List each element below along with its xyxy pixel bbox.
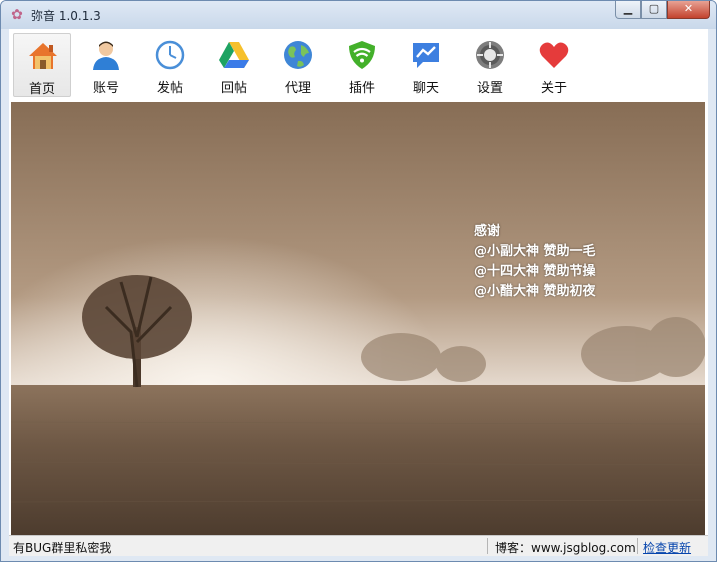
main-toolbar: 首页 账号 发帖 回帖 代理 插件 聊天 设置 关于 xyxy=(9,29,708,101)
blog-url-text: 博客：www.jsgblog.com xyxy=(495,541,636,555)
globe-icon xyxy=(284,41,312,69)
clock-icon xyxy=(155,40,185,70)
close-button[interactable]: ✕ xyxy=(667,1,710,19)
chat-bubble-icon xyxy=(413,43,439,68)
toolbar-label: 账号 xyxy=(92,81,119,96)
heart-icon xyxy=(539,42,569,68)
gear-icon xyxy=(476,41,504,69)
status-divider xyxy=(487,538,488,554)
toolbar-item-proxy[interactable]: 代理 xyxy=(269,33,327,97)
toolbar-label: 首页 xyxy=(28,82,55,97)
thanks-line: @小醋大神 赞助初夜 xyxy=(474,284,596,299)
toolbar-item-home[interactable]: 首页 xyxy=(13,33,71,97)
title-bar[interactable]: ✿ 弥音 1.0.1.3 ▁ ▢ ✕ xyxy=(1,1,716,29)
toolbar-label: 回帖 xyxy=(220,81,247,96)
drive-triangle-icon xyxy=(219,42,249,68)
status-bar: 有BUG群里私密我 博客：www.jsgblog.com 检查更新 xyxy=(9,535,708,556)
thanks-line: @十四大神 赞助节操 xyxy=(474,264,596,279)
toolbar-item-plugins[interactable]: 插件 xyxy=(333,33,391,97)
window-controls: ▁ ▢ ✕ xyxy=(615,1,710,19)
toolbar-item-settings[interactable]: 设置 xyxy=(461,33,519,97)
status-divider xyxy=(637,538,638,554)
toolbar-item-chat[interactable]: 聊天 xyxy=(397,33,455,97)
user-icon xyxy=(93,41,119,70)
thanks-line: @小副大神 赞助一毛 xyxy=(474,244,596,259)
toolbar-label: 发帖 xyxy=(156,81,183,96)
toolbar-item-reply[interactable]: 回帖 xyxy=(205,33,263,97)
flower-icon: ✿ xyxy=(11,7,23,23)
foggy-field-background xyxy=(11,102,705,535)
toolbar-label: 聊天 xyxy=(412,81,439,96)
toolbar-label: 设置 xyxy=(476,81,503,96)
toolbar-label: 插件 xyxy=(348,81,375,96)
toolbar-item-about[interactable]: 关于 xyxy=(525,33,583,97)
status-message: 有BUG群里私密我 xyxy=(13,541,112,555)
home-icon xyxy=(29,43,57,69)
thanks-message: 感谢 @小副大神 赞助一毛 @十四大神 赞助节操 @小醋大神 赞助初夜 xyxy=(474,222,596,302)
toolbar-label: 关于 xyxy=(540,81,567,96)
check-update-link[interactable]: 检查更新 xyxy=(643,539,691,556)
toolbar-item-account[interactable]: 账号 xyxy=(77,33,135,97)
app-window: ✿ 弥音 1.0.1.3 ▁ ▢ ✕ 首页 账号 发帖 回帖 代理 插件 聊天 … xyxy=(0,0,717,562)
home-content-panel: 感谢 @小副大神 赞助一毛 @十四大神 赞助节操 @小醋大神 赞助初夜 xyxy=(11,102,705,535)
maximize-button[interactable]: ▢ xyxy=(641,1,667,19)
minimize-button[interactable]: ▁ xyxy=(615,1,641,19)
window-title: 弥音 1.0.1.3 xyxy=(31,9,101,23)
thanks-heading: 感谢 xyxy=(474,224,501,239)
toolbar-label: 代理 xyxy=(284,81,311,96)
toolbar-item-post[interactable]: 发帖 xyxy=(141,33,199,97)
client-area: 首页 账号 发帖 回帖 代理 插件 聊天 设置 关于 感谢 @小副大神 赞助一毛… xyxy=(9,29,708,556)
shield-wifi-icon xyxy=(349,41,375,69)
